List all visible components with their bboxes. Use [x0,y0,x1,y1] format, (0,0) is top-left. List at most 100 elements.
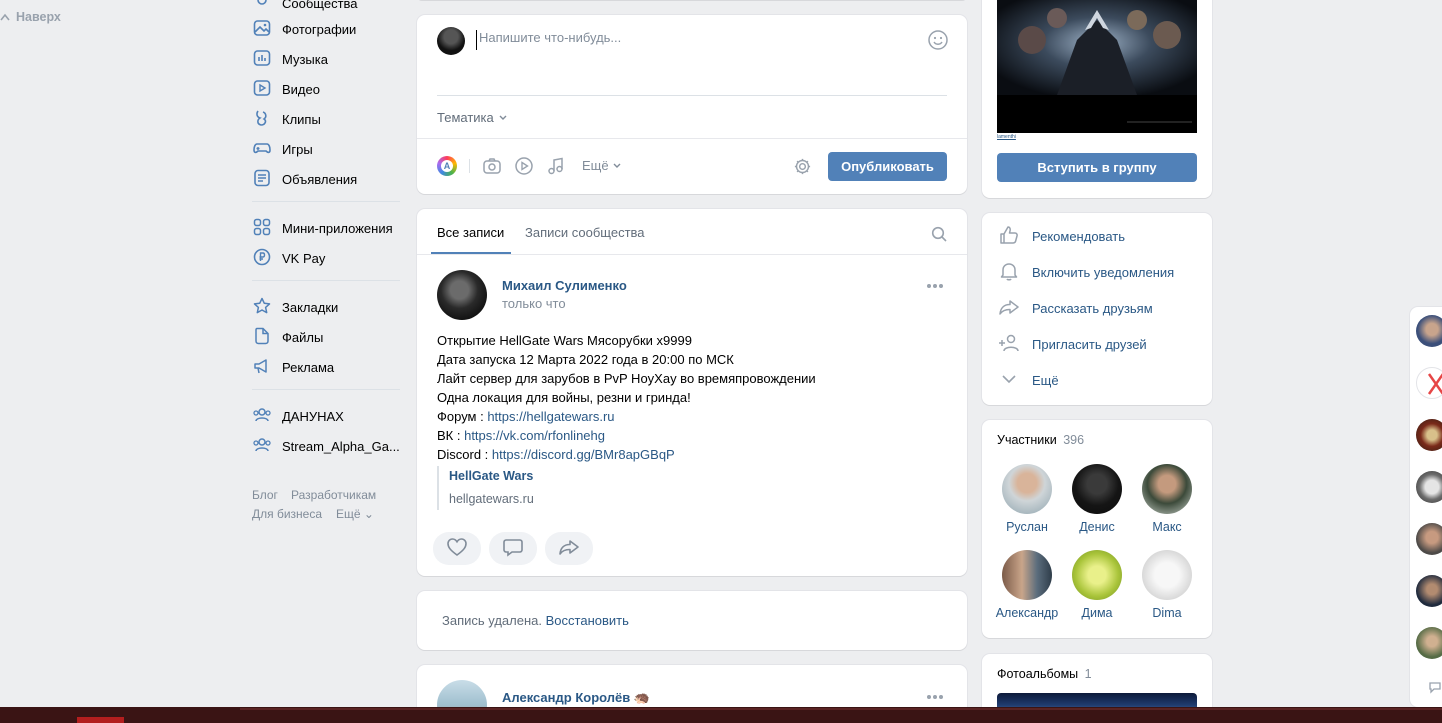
classifieds-icon [252,168,272,191]
chat-avatar[interactable] [1416,523,1442,555]
publish-button[interactable]: Опубликовать [828,152,947,181]
snippet-bar [437,466,439,510]
sidebar-item-games[interactable]: Игры [252,135,313,163]
member-item[interactable]: Макс [1132,464,1202,534]
sidebar-item-photos[interactable]: Фотографии [252,15,356,43]
sidebar-item-vkpay[interactable]: VK Pay [252,244,325,272]
join-group-button[interactable]: Вступить в группу [997,153,1197,182]
recommend-action[interactable]: Рекомендовать [998,221,1125,251]
hedgehog-emoji: 🦔 [633,690,651,705]
chat-avatar[interactable] [1416,575,1442,607]
discord-link[interactable]: https://discord.gg/BMr8apGBqP [492,447,675,462]
bookmark-icon [252,296,272,319]
sidebar-item-files[interactable]: Файлы [252,323,323,351]
sidebar-item-mini-apps[interactable]: Мини-приложения [252,214,393,242]
more-options-icon[interactable] [925,691,945,706]
snippet-title[interactable]: HellGate Wars [449,469,533,483]
restore-link[interactable]: Восстановить [546,613,629,628]
sidebar-item-music[interactable]: Музыка [252,45,328,73]
search-icon[interactable] [931,226,948,246]
albums-count: 1 [1084,667,1092,681]
member-item[interactable]: Dima [1132,550,1202,620]
chevron-down-icon: ⌄ [363,507,374,521]
chat-settings-icon[interactable] [1428,680,1442,697]
video-attach-icon[interactable] [514,156,534,179]
member-item[interactable]: Александр [992,550,1062,620]
post-input[interactable]: Напишите что-нибудь... [476,30,916,50]
topic-selector[interactable]: Тематика [437,110,508,125]
camera-icon[interactable] [482,156,502,179]
composer-toolbar-divider [417,138,967,139]
photo-albums-header[interactable]: Фотоальбомы 1 [997,667,1092,681]
chat-avatar[interactable] [1416,367,1442,399]
footer-link-business[interactable]: Для бизнеса [252,507,322,521]
post-time[interactable]: только что [502,296,566,311]
gear-icon[interactable] [793,157,812,179]
avatar [1072,464,1122,514]
cover-caption[interactable]: lamenthi [997,134,1016,140]
member-name: Dima [1152,606,1182,620]
snippet-domain[interactable]: hellgatewars.ru [449,492,534,506]
vkpay-icon [252,247,272,270]
more-action[interactable]: Ещё [998,365,1059,395]
nav-divider [252,389,400,390]
emoji-icon[interactable] [927,29,949,51]
more-attach-button[interactable]: Ещё [582,158,622,173]
sidebar-item-clips[interactable]: Клипы [252,105,321,133]
footer-link-developers[interactable]: Разработчикам [291,488,376,502]
communities-icon [252,0,272,15]
avatar [1002,464,1052,514]
sidebar-item-video[interactable]: Видео [252,75,320,103]
sidebar-item-ads[interactable]: Реклама [252,353,334,381]
sidebar-item-bookmarks[interactable]: Закладки [252,293,338,321]
like-button[interactable] [433,532,481,565]
community-cover-image[interactable] [997,0,1197,133]
text-style-icon[interactable]: A [437,156,457,176]
share-button[interactable] [545,532,593,565]
group-icon [252,435,272,458]
post-vk-line: ВК : https://vk.com/rfonlinehg [437,428,605,443]
comment-button[interactable] [489,532,537,565]
chat-avatar[interactable] [1416,315,1442,347]
nav-divider [252,201,400,202]
member-item[interactable]: Денис [1062,464,1132,534]
taskbar-active-item[interactable] [77,717,124,723]
member-item[interactable]: Дима [1062,550,1132,620]
chevron-up-icon [0,10,10,24]
sidebar-item-classifieds[interactable]: Объявления [252,165,357,193]
members-header[interactable]: Участники 396 [997,433,1084,447]
avatar [1002,550,1052,600]
chat-avatar[interactable] [1416,419,1442,451]
tab-community-posts[interactable]: Записи сообщества [525,225,645,240]
chat-avatar[interactable] [1416,471,1442,503]
sidebar-item-group-2[interactable]: Stream_Alpha_Ga... [252,432,400,460]
post-author[interactable]: Михаил Сулименко [502,278,627,293]
member-name: Руслан [1006,520,1048,534]
more-options-icon[interactable] [925,280,945,295]
post-text-line: Дата запуска 12 Марта 2022 года в 20:00 … [437,352,734,367]
avatar[interactable] [437,270,487,320]
invite-friends-action[interactable]: Пригласить друзей [998,329,1147,359]
sidebar-item-group-1[interactable]: ДАНУНАХ [252,402,344,430]
footer-link-more[interactable]: Ещё ⌄ [336,507,374,521]
footer-link-blog[interactable]: Блог [252,488,278,502]
post-forum-line: Форум : https://hellgatewars.ru [437,409,615,424]
back-to-top-button[interactable]: Наверх [0,10,61,24]
forum-link[interactable]: https://hellgatewars.ru [487,409,614,424]
music-attach-icon[interactable] [546,156,566,179]
avatar [1142,550,1192,600]
notifications-action[interactable]: Включить уведомления [998,257,1174,287]
vk-link[interactable]: https://vk.com/rfonlinehg [464,428,605,443]
post-author[interactable]: Александр Королёв [502,690,630,705]
chat-avatar[interactable] [1416,627,1442,659]
files-icon [252,326,272,349]
tab-all-posts[interactable]: Все записи [437,225,504,240]
tell-friends-action[interactable]: Рассказать друзьям [998,293,1153,323]
member-name: Макс [1152,520,1182,534]
thumb-up-icon [998,224,1020,249]
deleted-post-notice: Запись удалена. Восстановить [442,613,629,628]
member-name: Дима [1081,606,1113,620]
music-icon [252,48,272,71]
photo-icon [252,18,272,41]
member-item[interactable]: Руслан [992,464,1062,534]
